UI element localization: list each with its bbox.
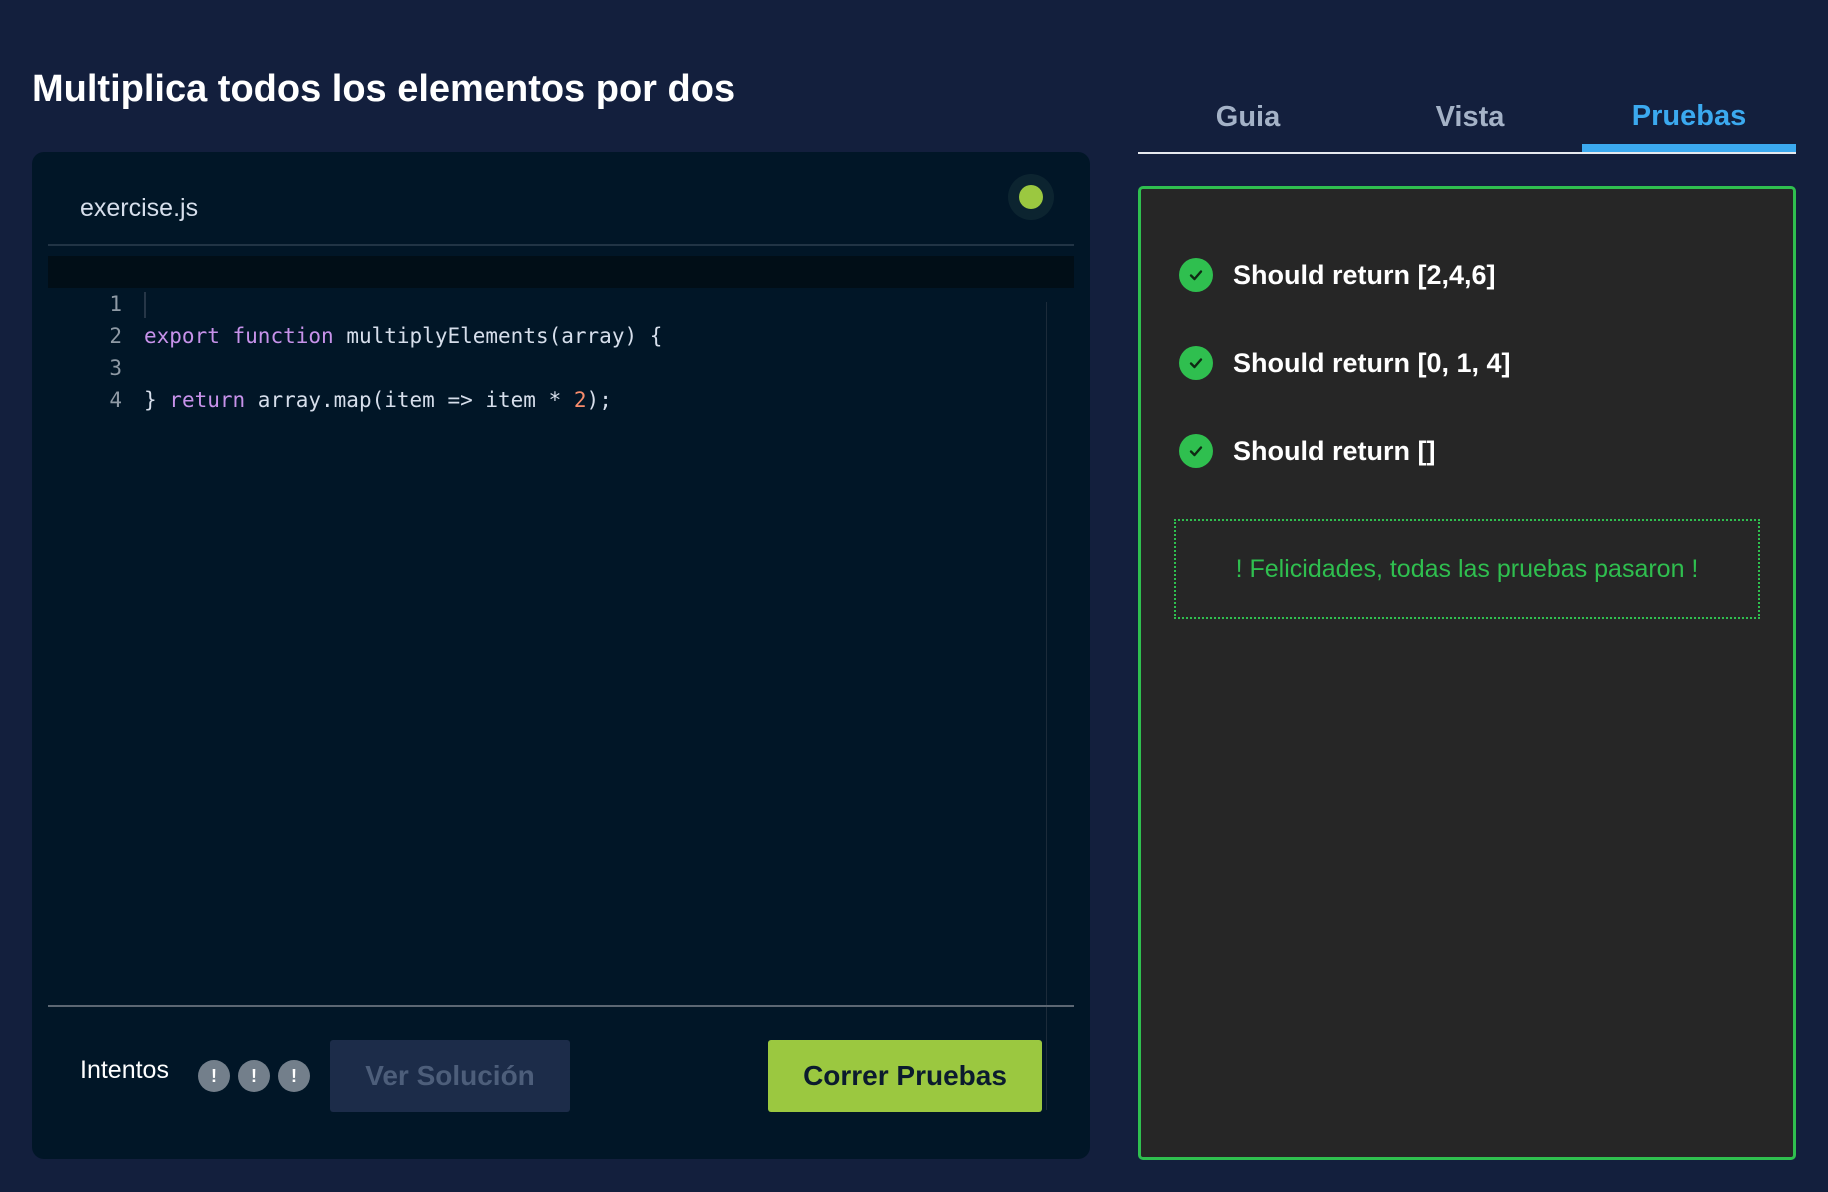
editor-header: exercise.js	[48, 152, 1074, 246]
view-solution-button[interactable]: Ver Solución	[330, 1040, 570, 1112]
code-line: 1 export function multiplyElements(array…	[48, 256, 1074, 348]
code-editor: exercise.js 1 export function multiplyEl…	[32, 152, 1090, 1159]
code-text: return array.map(item => item * 2);	[144, 384, 612, 416]
tab-guia[interactable]: Guia	[1138, 80, 1358, 154]
test-label: Should return [0, 1, 4]	[1233, 347, 1511, 378]
code-line: 4	[48, 352, 1074, 412]
code-line: 2 return array.map(item => item * 2);	[48, 288, 1074, 412]
line-number: 4	[109, 388, 122, 412]
attempt-icon: !	[278, 1060, 310, 1092]
code-text: }	[144, 384, 157, 416]
attempt-icon: !	[238, 1060, 270, 1092]
test-result-item: Should return []	[1179, 431, 1435, 471]
code-token: 2	[573, 388, 587, 412]
check-circle-icon	[1179, 258, 1213, 292]
code-token: );	[586, 388, 612, 412]
indent-guide	[144, 292, 146, 318]
success-message: ! Felicidades, todas las pruebas pasaron…	[1235, 554, 1699, 583]
test-result-item: Should return [0, 1, 4]	[1179, 343, 1511, 383]
code-token: array.map(item => item *	[245, 388, 574, 412]
run-tests-button[interactable]: Correr Pruebas	[768, 1040, 1042, 1112]
active-tab-indicator	[1582, 144, 1796, 152]
test-result-item: Should return [2,4,6]	[1179, 255, 1496, 295]
status-dot-icon	[1008, 174, 1054, 220]
code-area[interactable]: 1 export function multiplyElements(array…	[48, 248, 1074, 1108]
check-circle-icon	[1179, 346, 1213, 380]
code-token: return	[169, 388, 246, 412]
check-circle-icon	[1179, 434, 1213, 468]
test-label: Should return []	[1233, 435, 1436, 466]
attempt-icon: !	[198, 1060, 230, 1092]
attempts-label: Intentos	[80, 1056, 169, 1084]
tab-vista[interactable]: Vista	[1360, 80, 1580, 154]
tests-panel: Should return [2,4,6] Should return [0, …	[1138, 186, 1796, 1160]
code-line: 3 }	[48, 320, 1074, 412]
success-message-box: ! Felicidades, todas las pruebas pasaron…	[1174, 519, 1760, 619]
test-label: Should return [2,4,6]	[1233, 259, 1496, 290]
editor-ruler	[1046, 302, 1047, 1110]
page-title: Multiplica todos los elementos por dos	[32, 68, 736, 110]
filename-label: exercise.js	[80, 194, 199, 222]
tab-pruebas[interactable]: Pruebas	[1579, 80, 1799, 152]
code-token: }	[144, 388, 157, 412]
tab-bar: Guia Vista Pruebas	[1138, 80, 1796, 154]
footer-divider	[48, 1005, 1074, 1007]
